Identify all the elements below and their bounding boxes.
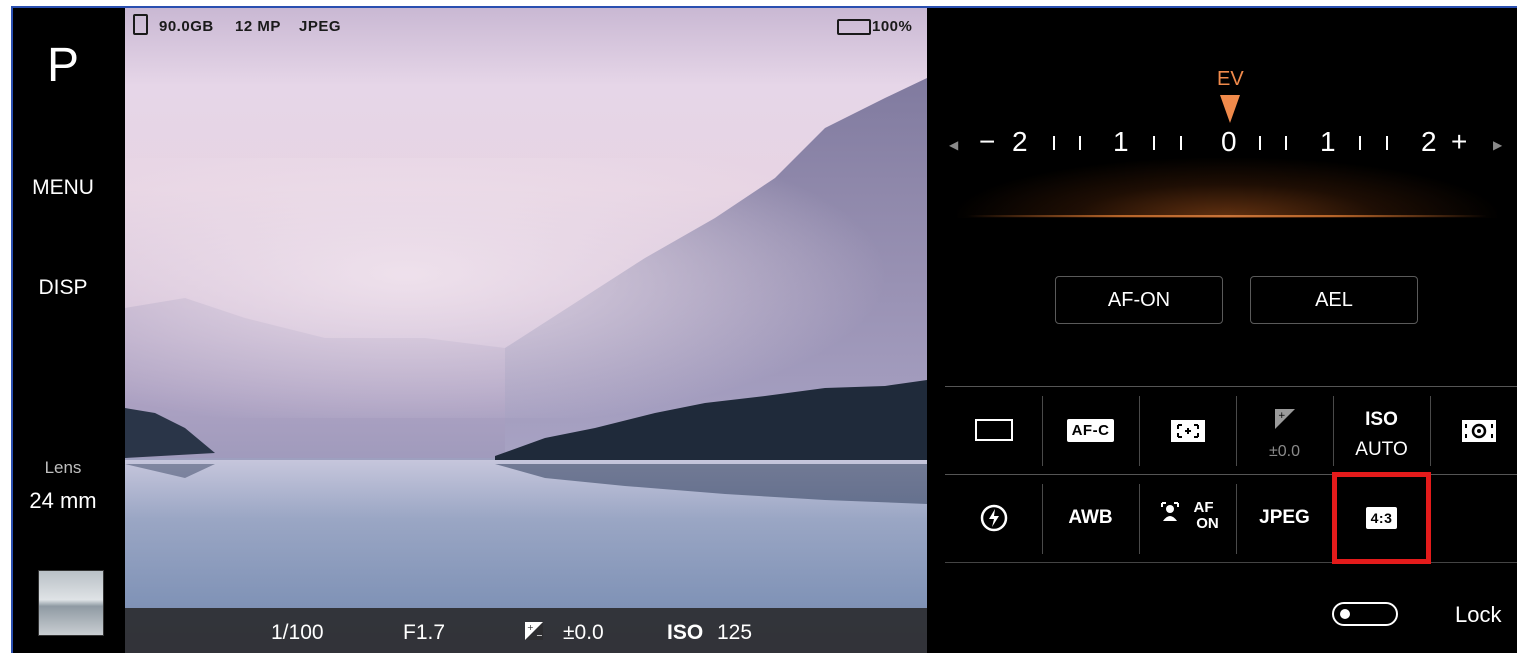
lens-caption: Lens [44, 458, 82, 477]
metering-button[interactable] [1430, 387, 1517, 475]
menu-button[interactable]: MENU [13, 176, 113, 200]
control-panel: EV ◀ − 2 1 0 1 2 + ▶ AF-ON AEL AF-C + ±0… [927, 8, 1517, 653]
status-bar: 90.0GB 12 MP JPEG 100% [125, 8, 927, 38]
ev-tick [1153, 136, 1155, 150]
af-on-button[interactable]: AF-ON [1055, 276, 1223, 324]
file-format-status: JPEG [299, 18, 342, 35]
ev-tick [1259, 136, 1261, 150]
svg-text:+: + [527, 623, 534, 632]
ev-plus: + [1451, 126, 1468, 157]
exposure-info-bar: 1/100 F1.7 + − ±0.0 ISO 125 [125, 608, 927, 653]
flash-button[interactable] [945, 475, 1042, 563]
ev-compensation-icon: + [1236, 409, 1333, 434]
lock-toggle[interactable] [1332, 602, 1398, 626]
file-format-value: JPEG [1259, 507, 1310, 528]
lens-value[interactable]: 24 mm [13, 488, 113, 514]
ael-button[interactable]: AEL [1250, 276, 1418, 324]
battery-icon [837, 19, 871, 35]
ev-setting-value: ±0.0 [1268, 443, 1301, 460]
focus-mode-value: AF-C [1066, 419, 1115, 442]
file-format-button[interactable]: JPEG [1236, 475, 1333, 563]
toggle-knob [1340, 609, 1350, 619]
ev-scale-label: 1 [1113, 126, 1129, 157]
ev-scale-label: 1 [1320, 126, 1336, 157]
left-rail: P MENU DISP Lens 24 mm [13, 8, 125, 653]
iso-setting-label: ISO [1365, 409, 1398, 430]
ev-tick [1359, 136, 1361, 150]
flash-auto-icon [945, 503, 1042, 538]
ev-scale-label: 2 [1421, 126, 1437, 157]
focus-area-button[interactable] [1139, 387, 1236, 475]
scene-image [125, 78, 927, 608]
shooting-mode[interactable]: P [13, 38, 113, 93]
ev-tick [1053, 136, 1055, 150]
ev-tick [1386, 136, 1388, 150]
exposure-compensation-icon: + − [525, 622, 543, 640]
ev-scale-label: 2 [1012, 126, 1028, 157]
ev-pointer-icon [1220, 95, 1240, 123]
metering-icon [1430, 419, 1517, 448]
aperture: F1.7 [403, 621, 446, 644]
face-af-button[interactable]: AF ON [1139, 475, 1236, 563]
gallery-thumbnail[interactable] [38, 570, 104, 636]
camera-app-window: P MENU DISP Lens 24 mm 90.0GB 12 MP JPEG… [11, 6, 1517, 653]
iso-label: ISO [667, 621, 704, 644]
ev-scale-current[interactable]: 0 [1221, 126, 1237, 158]
iso-value: 125 [717, 621, 753, 644]
ev-tick [1285, 136, 1287, 150]
single-shot-icon [945, 419, 1042, 446]
shutter-speed: 1/100 [271, 621, 324, 644]
focus-area-icon [1139, 419, 1236, 448]
ev-dial-baseline [967, 215, 1487, 217]
focus-mode-button[interactable]: AF-C [1042, 387, 1139, 475]
iso-setting-value: AUTO [1355, 439, 1408, 460]
lock-label: Lock [1455, 602, 1502, 627]
iso-button[interactable]: ISO AUTO [1333, 387, 1430, 475]
ev-right-arrow-icon[interactable]: ▶ [1493, 138, 1502, 152]
disp-button[interactable]: DISP [13, 276, 113, 300]
storage-remaining: 90.0GB [159, 18, 214, 35]
ev-value: ±0.0 [563, 621, 604, 644]
ev-left-arrow-icon[interactable]: ◀ [949, 138, 958, 152]
svg-text:+: + [1278, 411, 1286, 421]
drive-mode-button[interactable] [945, 387, 1042, 475]
storage-icon [133, 14, 148, 35]
megapixels: 12 MP [235, 18, 281, 35]
viewfinder[interactable]: 90.0GB 12 MP JPEG 100% 1/100 F1.7 + − ±0.… [125, 8, 927, 653]
ev-label: EV [1217, 68, 1244, 90]
ev-setting-button[interactable]: + ±0.0 [1236, 387, 1333, 475]
svg-text:−: − [536, 631, 543, 640]
ev-tick [1180, 136, 1182, 150]
ev-tick [1079, 136, 1081, 150]
ev-minus: − [979, 126, 996, 157]
ev-dial-glow [957, 158, 1497, 218]
battery-level: 100% [872, 18, 913, 35]
selection-highlight [1332, 472, 1431, 564]
